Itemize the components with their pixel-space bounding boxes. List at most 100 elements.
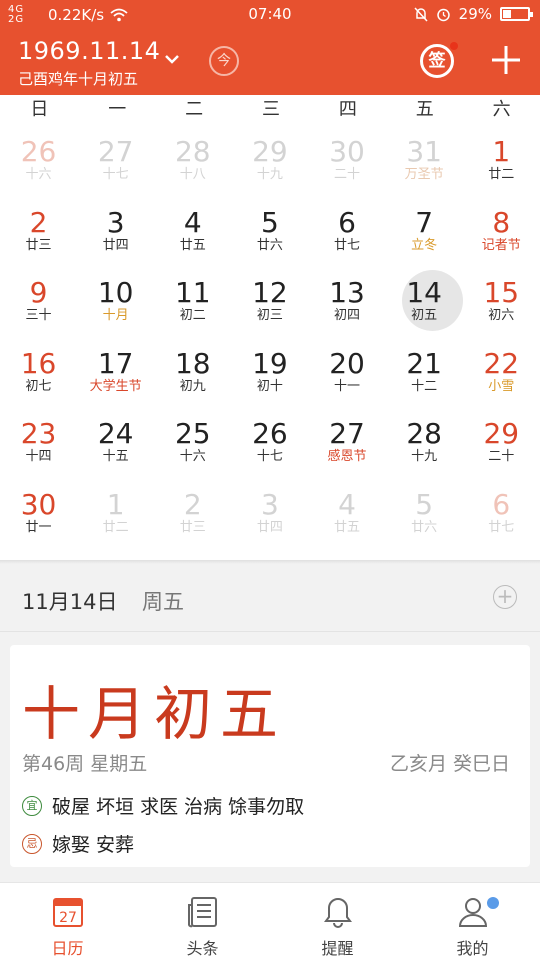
calendar-day[interactable]: 30 二十 [309, 125, 386, 196]
day-number: 3 [106, 205, 125, 239]
calendar-day[interactable]: 24 十五 [77, 407, 154, 478]
lunar-day: 廿五 [334, 519, 361, 535]
lunar-day: 十八 [179, 167, 206, 182]
calendar-day[interactable]: 29 十九 [231, 125, 308, 196]
day-number: 23 [20, 417, 57, 450]
nav-calendar[interactable]: 27 日历 [0, 883, 135, 960]
lunar-day: 三十 [25, 308, 52, 323]
day-number: 16 [20, 346, 57, 380]
calendar-day[interactable]: 26 十七 [231, 407, 308, 478]
lunar-day: 万圣节 [404, 167, 444, 182]
calendar-day[interactable]: 4 廿五 [154, 196, 231, 267]
divider [0, 631, 540, 632]
nav-news[interactable]: 头条 [135, 883, 270, 960]
calendar-day[interactable]: 17 大学生节 [77, 337, 154, 408]
nav-label-news: 头条 [186, 939, 219, 958]
nav-reminder[interactable]: 提醒 [270, 883, 405, 960]
weekday-header: 日一二三四五六 [0, 95, 540, 125]
day-number: 6 [492, 487, 511, 521]
calendar-day[interactable]: 27 感恩节 [309, 407, 386, 478]
calendar-day[interactable]: 5 廿六 [386, 478, 463, 549]
lunar-day: 记者节 [481, 237, 521, 253]
add-event-icon[interactable]: + [493, 585, 517, 609]
selected-weekday: 周五 [142, 590, 184, 614]
calendar-day[interactable]: 18 初九 [154, 337, 231, 408]
calendar-day[interactable]: 1 廿二 [463, 125, 540, 196]
calendar-day[interactable]: 1 廿二 [77, 478, 154, 549]
calendar-day[interactable]: 11 初二 [154, 266, 231, 337]
calendar-day[interactable]: 31 万圣节 [386, 125, 463, 196]
selected-date: 11月14日 [22, 590, 118, 614]
lunar-day: 立冬 [411, 237, 438, 253]
sign-in-button[interactable]: 签 [420, 44, 454, 78]
calendar-day[interactable]: 10 十月 [77, 266, 154, 337]
calendar-day[interactable]: 28 十八 [154, 125, 231, 196]
calendar-day[interactable]: 2 廿三 [0, 196, 77, 267]
lunar-day: 初九 [179, 378, 206, 394]
calendar-day[interactable]: 7 立冬 [386, 196, 463, 267]
divider [0, 560, 540, 564]
calendar-day[interactable]: 15 初六 [463, 266, 540, 337]
calendar-day[interactable]: 2 廿三 [154, 478, 231, 549]
lunar-big-date: 十月初五 [22, 680, 287, 748]
day-number: 5 [261, 205, 279, 239]
calendar-day[interactable]: 28 十九 [386, 407, 463, 478]
weekday-label: 二 [185, 99, 204, 120]
calendar-day[interactable]: 20 十一 [309, 337, 386, 408]
day-number: 9 [29, 276, 48, 309]
calendar-day[interactable]: 30 廿一 [0, 478, 77, 549]
battery-percent: 29% [458, 5, 492, 23]
day-number: 18 [174, 346, 211, 380]
weekday-label: 六 [492, 99, 511, 120]
profile-icon [458, 898, 487, 927]
calendar-day-selected[interactable]: 14 初五 [386, 266, 463, 337]
lunar-day: 廿二 [102, 519, 129, 535]
weekday-label: 三 [262, 99, 280, 120]
lunar-day: 大学生节 [89, 378, 142, 394]
calendar-day[interactable]: 8 记者节 [463, 196, 540, 267]
calendar-icon: 27 [52, 898, 83, 927]
calendar-day[interactable]: 3 廿四 [77, 196, 154, 267]
nav-profile[interactable]: 我的 [405, 883, 540, 960]
chevron-down-icon[interactable] [163, 52, 181, 66]
almanac-card[interactable]: 十月初五 第46周 星期五 乙亥月 癸巳日 宜 破屋 坏垣 求医 治病 馀事勿取… [10, 645, 530, 867]
calendar-day[interactable]: 26 十六 [0, 125, 77, 196]
weekday-label: 一 [108, 99, 127, 120]
calendar-day[interactable]: 22 小雪 [463, 337, 540, 408]
ji-text: 嫁娶 安葬 [52, 834, 135, 856]
calendar-day[interactable]: 9 三十 [0, 266, 77, 337]
day-number: 21 [406, 346, 442, 380]
yi-text: 破屋 坏垣 求医 治病 馀事勿取 [52, 796, 305, 818]
calendar-day[interactable]: 21 十二 [386, 337, 463, 408]
calendar-day[interactable]: 3 廿四 [231, 478, 308, 549]
calendar-day[interactable]: 6 廿七 [309, 196, 386, 267]
calendar-day[interactable]: 29 二十 [463, 407, 540, 478]
day-number: 8 [492, 205, 511, 239]
calendar-day[interactable]: 23 十四 [0, 407, 77, 478]
yi-row: 宜 破屋 坏垣 求医 治病 馀事勿取 [22, 792, 304, 819]
day-number: 31 [406, 135, 442, 168]
status-bar: 4G 2G 0.22K/s 07:40 29% [0, 0, 540, 30]
add-button[interactable] [490, 44, 522, 76]
ji-icon: 忌 [22, 833, 42, 854]
lunar-day: 十四 [25, 449, 52, 464]
day-number: 7 [415, 205, 434, 239]
calendar-day[interactable]: 4 廿五 [309, 478, 386, 549]
lunar-day: 十七 [102, 167, 129, 182]
calendar-day[interactable]: 13 初四 [309, 266, 386, 337]
day-number: 12 [252, 276, 288, 309]
current-date[interactable]: 1969.11.14 [18, 37, 160, 65]
lunar-day: 廿三 [179, 519, 206, 535]
nav-label-calendar: 日历 [51, 939, 84, 958]
calendar-day[interactable]: 12 初三 [231, 266, 308, 337]
calendar-day[interactable]: 6 廿七 [463, 478, 540, 549]
lunar-day: 十二 [411, 378, 438, 394]
calendar-day[interactable]: 16 初七 [0, 337, 77, 408]
lunar-day: 小雪 [488, 378, 515, 394]
calendar-day[interactable]: 19 初十 [231, 337, 308, 408]
calendar-day[interactable]: 25 十六 [154, 407, 231, 478]
calendar-day[interactable]: 5 廿六 [231, 196, 308, 267]
today-button[interactable]: 今 [209, 46, 239, 76]
calendar-day[interactable]: 27 十七 [77, 125, 154, 196]
day-number: 4 [183, 205, 202, 239]
